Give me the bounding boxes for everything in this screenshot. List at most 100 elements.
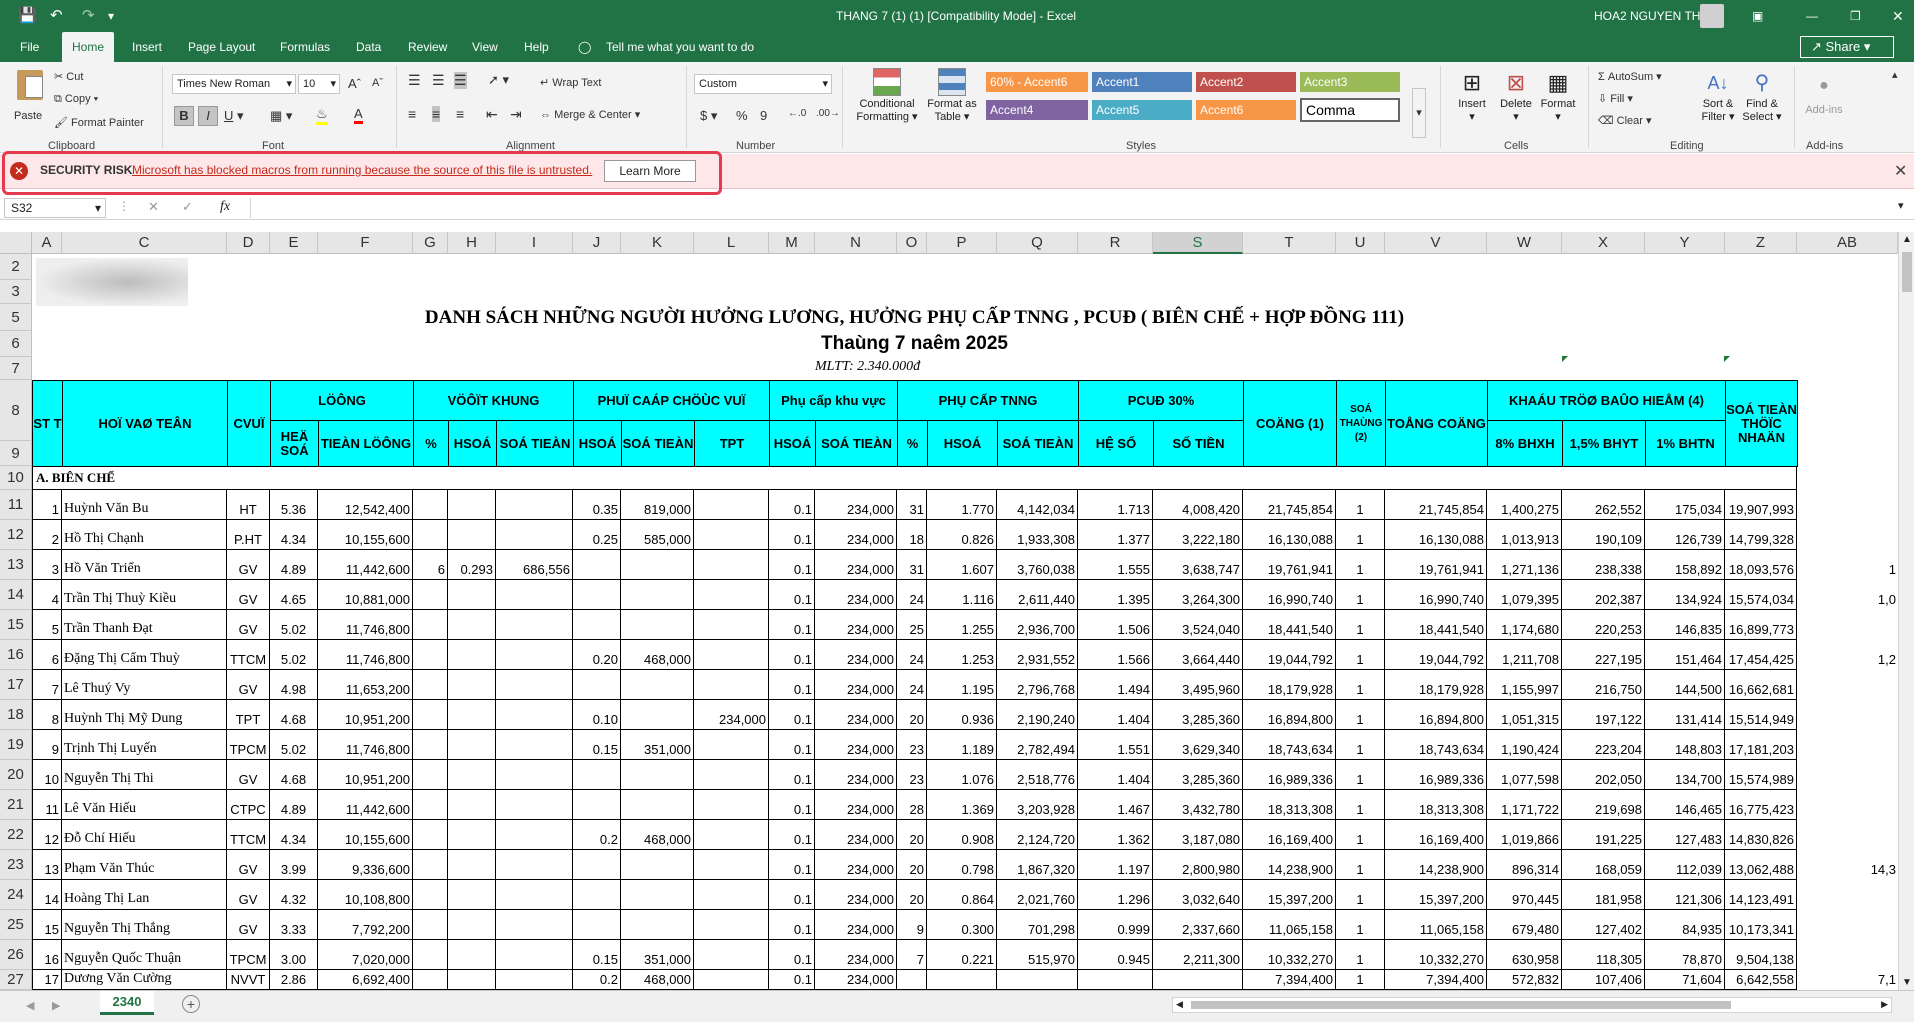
table-cell[interactable]: 78,870 (1645, 940, 1725, 969)
table-cell[interactable] (694, 970, 769, 989)
format-painter-button[interactable]: 🖌 Format Painter (54, 116, 144, 129)
table-cell[interactable]: 1 (32, 490, 62, 519)
table-cell[interactable]: 6 (413, 550, 448, 579)
table-cell[interactable]: 5.02 (270, 730, 318, 759)
table-cell[interactable]: 11,746,800 (318, 610, 413, 639)
column-header-p[interactable]: P (927, 232, 997, 254)
conditional-formatting-button[interactable]: Conditional Formatting ▾ (852, 68, 922, 138)
table-cell[interactable]: 262,552 (1562, 490, 1645, 519)
table-cell[interactable]: 11,746,800 (318, 730, 413, 759)
column-header-k[interactable]: K (621, 232, 694, 254)
table-cell[interactable]: 1.253 (927, 640, 997, 669)
table-cell[interactable]: 1 (1336, 580, 1385, 609)
table-cell[interactable]: Hồ Văn Triển (62, 550, 227, 579)
table-cell[interactable]: 234,000 (815, 550, 897, 579)
table-cell[interactable]: 7 (32, 670, 62, 699)
delete-cells-button[interactable]: ⊠ Delete ▾ (1494, 68, 1538, 123)
tab-insert[interactable]: Insert (132, 32, 162, 62)
table-cell[interactable]: 24 (897, 640, 927, 669)
table-cell[interactable]: 1,155,997 (1487, 670, 1562, 699)
table-cell[interactable] (1797, 670, 1898, 699)
table-cell[interactable]: 4.89 (270, 550, 318, 579)
table-cell[interactable]: GV (227, 550, 270, 579)
style-accent5[interactable]: Accent5 (1092, 100, 1192, 120)
scroll-up-icon[interactable]: ▲ (1902, 234, 1912, 245)
table-cell[interactable]: GV (227, 850, 270, 879)
row-header-5[interactable]: 5 (0, 304, 32, 331)
table-cell[interactable]: 468,000 (621, 820, 694, 849)
table-cell[interactable]: 1,077,598 (1487, 760, 1562, 789)
column-header-d[interactable]: D (227, 232, 270, 254)
table-cell[interactable] (413, 610, 448, 639)
table-cell[interactable]: 2,931,552 (997, 640, 1078, 669)
table-cell[interactable]: 1 (1336, 640, 1385, 669)
copy-button[interactable]: ⧉ Copy ▾ (54, 93, 98, 106)
table-cell[interactable]: 14,3 (1797, 850, 1898, 879)
table-cell[interactable]: 1 (1336, 490, 1385, 519)
table-cell[interactable] (621, 550, 694, 579)
table-cell[interactable]: 107,406 (1562, 970, 1645, 989)
table-cell[interactable] (496, 880, 573, 909)
table-cell[interactable]: 10,881,000 (318, 580, 413, 609)
table-cell[interactable]: 28 (897, 790, 927, 819)
table-cell[interactable]: 202,050 (1562, 760, 1645, 789)
table-cell[interactable]: 0.1 (769, 910, 815, 939)
table-cell[interactable]: 16,989,336 (1243, 760, 1336, 789)
table-cell[interactable]: 0.293 (448, 550, 496, 579)
table-cell[interactable]: 585,000 (621, 520, 694, 549)
table-cell[interactable]: 3 (32, 550, 62, 579)
table-cell[interactable]: 3,432,780 (1153, 790, 1243, 819)
table-cell[interactable]: 10,951,200 (318, 760, 413, 789)
table-cell[interactable]: 18,313,308 (1243, 790, 1336, 819)
row-header-16[interactable]: 16 (0, 640, 32, 670)
table-cell[interactable]: 1,400,275 (1487, 490, 1562, 519)
table-cell[interactable]: 4,142,034 (997, 490, 1078, 519)
table-cell[interactable]: 14,123,491 (1725, 880, 1797, 909)
table-cell[interactable]: 4.34 (270, 820, 318, 849)
table-cell[interactable]: Phạm Văn Thúc (62, 850, 227, 879)
table-cell[interactable]: 18 (897, 520, 927, 549)
table-cell[interactable] (413, 790, 448, 819)
table-cell[interactable]: 234,000 (815, 730, 897, 759)
table-cell[interactable]: 1.494 (1078, 670, 1153, 699)
table-cell[interactable]: 0.1 (769, 880, 815, 909)
table-cell[interactable]: 0.1 (769, 580, 815, 609)
style-accent3[interactable]: Accent3 (1300, 72, 1400, 92)
insert-cells-button[interactable]: ⊞ Insert ▾ (1450, 68, 1494, 123)
table-cell[interactable]: 134,700 (1645, 760, 1725, 789)
table-cell[interactable] (1797, 790, 1898, 819)
table-cell[interactable] (573, 790, 621, 819)
table-cell[interactable]: 219,698 (1562, 790, 1645, 819)
table-cell[interactable]: 1 (1797, 550, 1898, 579)
table-cell[interactable]: GV (227, 580, 270, 609)
scroll-right-icon[interactable]: ▶ (1881, 999, 1888, 1010)
table-cell[interactable]: 2,124,720 (997, 820, 1078, 849)
table-cell[interactable] (448, 940, 496, 969)
table-cell[interactable] (496, 970, 573, 989)
row-header-27[interactable]: 27 (0, 970, 32, 990)
table-cell[interactable]: 227,195 (1562, 640, 1645, 669)
table-cell[interactable]: 18,093,576 (1725, 550, 1797, 579)
table-cell[interactable] (448, 730, 496, 759)
style-60-accent6[interactable]: 60% - Accent6 (986, 72, 1088, 92)
table-cell[interactable]: 2,796,768 (997, 670, 1078, 699)
table-cell[interactable] (1797, 910, 1898, 939)
column-header-r[interactable]: R (1078, 232, 1153, 254)
table-cell[interactable]: 4.68 (270, 700, 318, 729)
table-cell[interactable]: 0.221 (927, 940, 997, 969)
table-cell[interactable]: 3,203,928 (997, 790, 1078, 819)
table-cell[interactable]: 3,664,440 (1153, 640, 1243, 669)
table-cell[interactable]: 19,044,792 (1385, 640, 1487, 669)
table-cell[interactable]: 1,051,315 (1487, 700, 1562, 729)
table-cell[interactable] (1078, 970, 1153, 989)
column-header-f[interactable]: F (318, 232, 413, 254)
table-cell[interactable]: 0.1 (769, 610, 815, 639)
table-cell[interactable] (496, 760, 573, 789)
table-cell[interactable]: 1,079,395 (1487, 580, 1562, 609)
table-cell[interactable]: 18,743,634 (1243, 730, 1336, 759)
table-cell[interactable]: 190,109 (1562, 520, 1645, 549)
column-header-w[interactable]: W (1487, 232, 1562, 254)
table-cell[interactable]: 1.362 (1078, 820, 1153, 849)
confirm-entry-icon[interactable]: ✓ (182, 199, 193, 215)
table-cell[interactable]: 15,397,200 (1385, 880, 1487, 909)
